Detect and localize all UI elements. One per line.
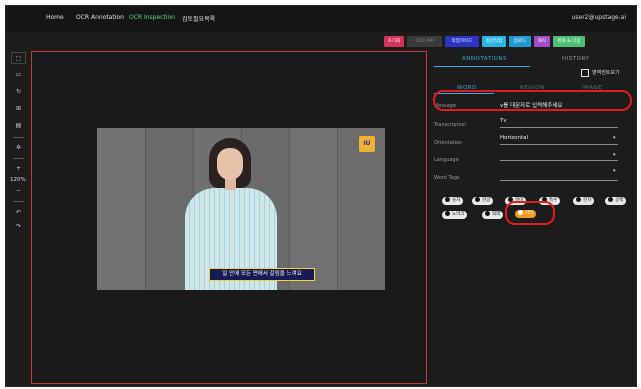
plus-circle-icon: [475, 197, 480, 202]
tag-label: 한자: [583, 198, 592, 203]
video-frame-image: IU 일 안에 모든 면에서 갈림을 느껴요: [97, 128, 385, 290]
top-navigation: Home OCR Annotation OCR Inspection 검토필요목…: [6, 6, 636, 32]
undo-icon[interactable]: ↶: [11, 207, 26, 219]
polygon-icon[interactable]: ↻: [11, 86, 26, 98]
tag-chip[interactable]: 공백: [605, 197, 627, 205]
reset-button[interactable]: 초기화: [384, 36, 404, 47]
tag-label: 외래: [492, 212, 501, 217]
tag-label: 노마크: [452, 212, 465, 217]
complete-next-button[interactable]: 완료 & 다음: [553, 36, 585, 47]
text-box-icon[interactable]: ▤: [11, 120, 26, 132]
plus-circle-icon: [485, 211, 490, 216]
orientation-label: Orientation: [434, 140, 463, 146]
transcription-label: Transcription: [434, 122, 467, 128]
subtitle-caption[interactable]: 일 안에 모든 면에서 갈림을 느껴요: [209, 268, 315, 281]
rectangle-icon[interactable]: ▭: [11, 69, 26, 81]
tag-chip[interactable]: 한자: [573, 197, 595, 205]
orientation-underline: [500, 144, 618, 145]
divider: [13, 201, 24, 202]
ocr-api-button[interactable]: OCR API: [407, 36, 442, 47]
region-hint-label: 영역힌트보기: [592, 70, 620, 76]
plus-circle-icon: [445, 197, 450, 202]
plus-circle-icon: [576, 197, 581, 202]
selected-tag-highlight-oval: [505, 201, 555, 225]
settings-icon[interactable]: ✲: [11, 142, 26, 154]
app-window: Home OCR Annotation OCR Inspection 검토필요목…: [5, 5, 637, 387]
zoom-level: 120%: [10, 177, 26, 183]
work-guide-button[interactable]: 작업가이드: [445, 36, 479, 47]
region-hint-checkbox[interactable]: [581, 69, 589, 77]
tag-chip[interactable]: 노마크: [442, 211, 468, 219]
language-label: Language: [434, 157, 459, 163]
word-tags-label: Word Tags: [434, 175, 460, 181]
nav-home[interactable]: Home: [46, 14, 64, 21]
settle-button[interactable]: 정산작업: [482, 36, 506, 47]
tag-label: 공백: [615, 198, 624, 203]
message-highlight-oval: [433, 90, 632, 111]
nav-ocr-inspection[interactable]: OCR Inspection: [129, 14, 175, 21]
person-face: [217, 148, 243, 180]
select-icon[interactable]: ⬚: [11, 52, 26, 64]
patch-button[interactable]: 패치: [534, 36, 550, 47]
plus-circle-icon: [445, 211, 450, 216]
tag-label: 숫자: [452, 198, 461, 203]
redo-icon[interactable]: ↷: [11, 221, 26, 233]
chevron-down-icon[interactable]: ▾: [613, 152, 616, 158]
divider: [13, 137, 24, 138]
channel-logo: IU: [359, 136, 375, 152]
chevron-down-icon[interactable]: ▾: [613, 168, 616, 174]
nav-review-list[interactable]: 검토필요목록: [182, 14, 215, 23]
user-account[interactable]: user2@upstage.ai: [572, 14, 626, 21]
wall-panel: [289, 128, 338, 290]
annotation-canvas[interactable]: IU 일 안에 모든 면에서 갈림을 느껴요: [31, 51, 427, 384]
zoom-in-icon[interactable]: +: [11, 163, 26, 175]
nav-ocr-annotation[interactable]: OCR Annotation: [76, 14, 124, 21]
language-underline: [500, 160, 618, 161]
wall-panel: [337, 128, 385, 290]
orientation-select[interactable]: Horizontal: [500, 135, 528, 141]
active-tab-indicator: [434, 66, 530, 67]
tag-chip[interactable]: 외래: [482, 211, 504, 219]
divider: [13, 158, 24, 159]
tag-chip[interactable]: 한글: [472, 197, 494, 205]
chevron-down-icon[interactable]: ▾: [613, 135, 616, 141]
word-tags-underline: [500, 180, 618, 181]
upload-button[interactable]: 업로드: [509, 36, 531, 47]
wall-panel: [97, 128, 145, 290]
plus-circle-icon: [608, 197, 613, 202]
tab-history[interactable]: HISTORY: [562, 56, 589, 62]
tag-label: 한글: [482, 198, 491, 203]
tool-sidebar: ⬚ ▭ ↻ ⊞ ▤ ✲ + 120% − ↶ ↷: [10, 52, 26, 382]
transcription-underline: [500, 127, 618, 128]
tab-annotations[interactable]: ANNOTATIONS: [462, 56, 507, 62]
grid-icon[interactable]: ⊞: [11, 103, 26, 115]
transcription-input[interactable]: Tv: [500, 118, 507, 124]
tag-chip[interactable]: 숫자: [442, 197, 464, 205]
zoom-out-icon[interactable]: −: [11, 185, 26, 197]
